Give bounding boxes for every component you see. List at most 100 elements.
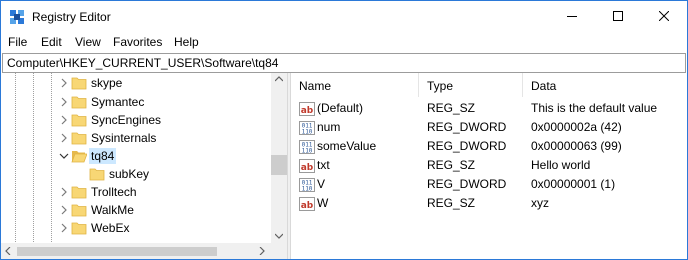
address-bar[interactable]: Computer\HKEY_CURRENT_USER\Software\tq84 bbox=[2, 53, 686, 73]
close-button[interactable] bbox=[641, 1, 687, 31]
menu-help[interactable]: Help bbox=[174, 34, 199, 50]
tree-item-webex[interactable]: WebEx bbox=[1, 219, 271, 237]
string-value-icon: ab bbox=[299, 102, 315, 116]
folder-icon bbox=[71, 204, 87, 217]
tree-item-trolltech[interactable]: Trolltech bbox=[1, 183, 271, 201]
svg-text:110: 110 bbox=[302, 148, 313, 155]
value-data: 0x00000001 (1) bbox=[531, 177, 616, 191]
value-name: W bbox=[317, 196, 329, 210]
tree-item-label: Sysinternals bbox=[91, 131, 157, 145]
chevron-right-icon[interactable] bbox=[59, 78, 69, 88]
svg-text:ab: ab bbox=[301, 201, 314, 211]
folder-icon bbox=[71, 186, 87, 199]
tree-item-tq84[interactable]: tq84 bbox=[1, 147, 271, 165]
menu-favorites[interactable]: Favorites bbox=[113, 34, 162, 50]
chevron-right-icon[interactable] bbox=[59, 187, 69, 197]
tree-item-label: SyncEngines bbox=[91, 113, 162, 127]
tree-horizontal-scroll-thumb[interactable] bbox=[17, 247, 217, 256]
registry-editor-window: Registry Editor File Edit View Favorites… bbox=[0, 0, 688, 260]
window-title: Registry Editor bbox=[32, 10, 111, 24]
value-row[interactable]: 011 110 someValue REG_DWORD 0x00000063 (9… bbox=[291, 137, 687, 156]
binary-value-icon: 011110 bbox=[299, 121, 315, 136]
scroll-up-arrow-icon[interactable] bbox=[275, 76, 283, 82]
chevron-right-icon[interactable] bbox=[59, 133, 69, 143]
tree-item-label: Symantec bbox=[91, 95, 145, 109]
value-data: Hello world bbox=[531, 158, 591, 172]
tree-item-symantec[interactable]: Symantec bbox=[1, 93, 271, 111]
scroll-down-arrow-icon[interactable] bbox=[275, 233, 283, 239]
tree-item-label: skype bbox=[91, 76, 123, 90]
string-value-icon: ab bbox=[299, 159, 315, 173]
minimize-button[interactable] bbox=[549, 1, 595, 31]
tree-item-skype[interactable]: skype bbox=[1, 74, 271, 92]
key-tree-pane[interactable]: skype Symantec SyncEngines Sysinternals … bbox=[1, 73, 287, 259]
open-folder-icon bbox=[71, 151, 87, 163]
chevron-right-icon[interactable] bbox=[59, 97, 69, 107]
chevron-right-icon[interactable] bbox=[59, 205, 69, 215]
tree-item-label: subKey bbox=[109, 167, 150, 181]
tree-item-label: tq84 bbox=[89, 148, 117, 164]
folder-icon bbox=[71, 132, 87, 145]
value-type: REG_SZ bbox=[427, 158, 476, 172]
scroll-right-arrow-icon[interactable] bbox=[259, 247, 265, 255]
folder-icon bbox=[71, 222, 87, 235]
menu-edit[interactable]: Edit bbox=[41, 34, 62, 50]
chevron-right-icon[interactable] bbox=[59, 223, 69, 233]
value-row[interactable]: ab txt REG_SZ Hello world bbox=[291, 156, 687, 175]
column-header-label: Type bbox=[427, 79, 454, 93]
folder-icon bbox=[71, 96, 87, 109]
folder-icon bbox=[89, 168, 105, 181]
value-type: REG_DWORD bbox=[427, 120, 507, 134]
value-row[interactable]: 011 110 num REG_DWORD 0x0000002a (42) bbox=[291, 118, 687, 137]
folder-icon bbox=[71, 114, 87, 127]
title-bar[interactable]: Registry Editor bbox=[1, 1, 687, 32]
tree-vertical-scroll-thumb[interactable] bbox=[271, 155, 287, 175]
chevron-down-icon[interactable] bbox=[59, 151, 69, 161]
column-header-data[interactable]: Data bbox=[523, 73, 687, 97]
binary-value-icon: 011110 bbox=[299, 140, 315, 155]
column-header-type[interactable]: Type bbox=[419, 73, 523, 97]
value-name: num bbox=[317, 120, 341, 134]
value-name: V bbox=[317, 177, 326, 191]
menu-view[interactable]: View bbox=[75, 34, 101, 50]
chevron-right-icon[interactable] bbox=[59, 115, 69, 125]
svg-text:110: 110 bbox=[302, 186, 313, 193]
tree-item-sysinternals[interactable]: Sysinternals bbox=[1, 129, 271, 147]
close-icon bbox=[659, 11, 669, 21]
values-list-pane[interactable]: Name Type Data ab (Default) REG_SZ This … bbox=[291, 73, 687, 259]
value-type: REG_SZ bbox=[427, 196, 476, 210]
value-data: This is the default value bbox=[531, 101, 658, 115]
value-row[interactable]: ab W REG_SZ xyz bbox=[291, 194, 687, 213]
value-type: REG_SZ bbox=[427, 101, 476, 115]
scrollbar-corner bbox=[271, 243, 287, 259]
svg-text:ab: ab bbox=[301, 106, 314, 116]
value-type: REG_DWORD bbox=[427, 139, 507, 153]
tree-item-label: WalkMe bbox=[91, 203, 134, 217]
scroll-left-arrow-icon[interactable] bbox=[5, 247, 11, 255]
maximize-button[interactable] bbox=[595, 1, 641, 31]
tree-item-label: Trolltech bbox=[91, 185, 137, 199]
svg-text:110: 110 bbox=[302, 129, 313, 136]
value-data: xyz bbox=[531, 196, 549, 210]
tree-item-walkme[interactable]: WalkMe bbox=[1, 201, 271, 219]
tree-item-label: WebEx bbox=[91, 221, 130, 235]
value-name: (Default) bbox=[317, 101, 364, 115]
menu-file[interactable]: File bbox=[8, 34, 27, 50]
value-row[interactable]: ab (Default) REG_SZ This is the default … bbox=[291, 99, 687, 118]
column-header-label: Data bbox=[531, 79, 557, 93]
value-data: 0x0000002a (42) bbox=[531, 120, 622, 134]
tree-item-subkey[interactable]: subKey bbox=[1, 165, 271, 183]
folder-icon bbox=[71, 77, 87, 90]
address-path: Computer\HKEY_CURRENT_USER\Software\tq84 bbox=[7, 56, 279, 70]
minimize-icon bbox=[567, 16, 577, 17]
menu-bar: File Edit View Favorites Help bbox=[1, 32, 687, 52]
registry-editor-icon bbox=[10, 10, 24, 24]
value-type: REG_DWORD bbox=[427, 177, 507, 191]
value-data: 0x00000063 (99) bbox=[531, 139, 622, 153]
value-name: someValue bbox=[317, 139, 377, 153]
maximize-icon bbox=[613, 11, 623, 21]
column-header-name[interactable]: Name bbox=[291, 73, 419, 97]
value-row[interactable]: 011 110 V REG_DWORD 0x00000001 (1) bbox=[291, 175, 687, 194]
tree-item-syncengines[interactable]: SyncEngines bbox=[1, 111, 271, 129]
binary-value-icon: 011110 bbox=[299, 178, 315, 193]
